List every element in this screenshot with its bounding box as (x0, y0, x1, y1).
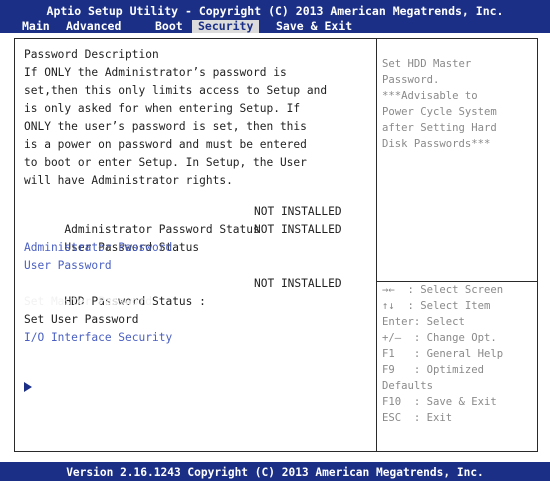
hdd-password-status-value: NOT INSTALLED (254, 277, 342, 290)
set-master-password-item[interactable]: Set Master Password (24, 293, 152, 311)
item-help-pane: Set HDD Master Password. ***Advisable to… (382, 56, 532, 152)
description-line: is a power on password and must be enter… (24, 138, 307, 151)
title-bar: Aptio Setup Utility - Copyright (C) 2013… (0, 0, 550, 33)
key-optimized: F9 : Optimized (382, 364, 485, 376)
footer-bar: Version 2.16.1243 Copyright (C) 2013 Ame… (0, 462, 550, 481)
tab-security[interactable]: Security (192, 20, 260, 33)
user-password-status: User Password Status NOT INSTALLED (24, 221, 341, 254)
key-change-opt: +/— : Change Opt. (382, 332, 497, 344)
help-line: Power Cycle System (382, 106, 497, 118)
description-line: ONLY the user’s password is set, then th… (24, 120, 307, 133)
key-exit: ESC : Exit (382, 412, 453, 424)
user-password-status-value: NOT INSTALLED (254, 223, 342, 236)
set-user-password-item[interactable]: Set User Password (24, 311, 139, 329)
description-line: set,then this only limits access to Setu… (24, 84, 328, 97)
description-line: to boot or enter Setup. In Setup, the Us… (24, 156, 307, 169)
pane-divider (376, 38, 377, 452)
tab-save-exit[interactable]: Save & Exit (276, 20, 352, 33)
pointer-arrow-icon (24, 382, 32, 392)
user-password-item[interactable]: User Password (24, 257, 112, 275)
key-select-screen: →← : Select Screen (382, 284, 504, 296)
description-heading: Password Description (24, 48, 159, 61)
menu-bar: Main Advanced Boot Security Save & Exit (0, 20, 550, 33)
help-line: Disk Passwords*** (382, 138, 491, 150)
hdd-password-status: HDD Password Status : NOT INSTALLED (24, 275, 341, 308)
administrator-password-item[interactable]: Administrator Password (24, 239, 172, 257)
description-line: If ONLY the Administrator’s password is (24, 66, 287, 79)
help-line: Password. (382, 74, 440, 86)
key-enter-select: Enter: Select (382, 316, 465, 328)
help-line: Set HDD Master (382, 58, 472, 70)
key-save-exit: F10 : Save & Exit (382, 396, 497, 408)
bios-setup-screen: Aptio Setup Utility - Copyright (C) 2013… (0, 0, 550, 481)
description-line: is only asked for when entering Setup. I… (24, 102, 301, 115)
key-general-help: F1 : General Help (382, 348, 504, 360)
help-line: after Setting Hard (382, 122, 497, 134)
help-line: ***Advisable to (382, 90, 478, 102)
key-select-item: ↑↓ : Select Item (382, 300, 491, 312)
tab-advanced[interactable]: Advanced (66, 20, 121, 33)
key-optimized-defaults: Defaults (382, 380, 434, 392)
tab-boot[interactable]: Boot (155, 20, 183, 33)
io-interface-security-item[interactable]: I/O Interface Security (24, 329, 172, 347)
tab-main[interactable]: Main (22, 20, 50, 33)
admin-password-status-value: NOT INSTALLED (254, 205, 342, 218)
footer-text: Version 2.16.1243 Copyright (C) 2013 Ame… (66, 466, 484, 479)
description-line: will have Administrator rights. (24, 174, 233, 187)
admin-password-status: Administrator Password Status NOT INSTAL… (24, 203, 341, 236)
title-text: Aptio Setup Utility - Copyright (C) 2013… (46, 4, 504, 18)
